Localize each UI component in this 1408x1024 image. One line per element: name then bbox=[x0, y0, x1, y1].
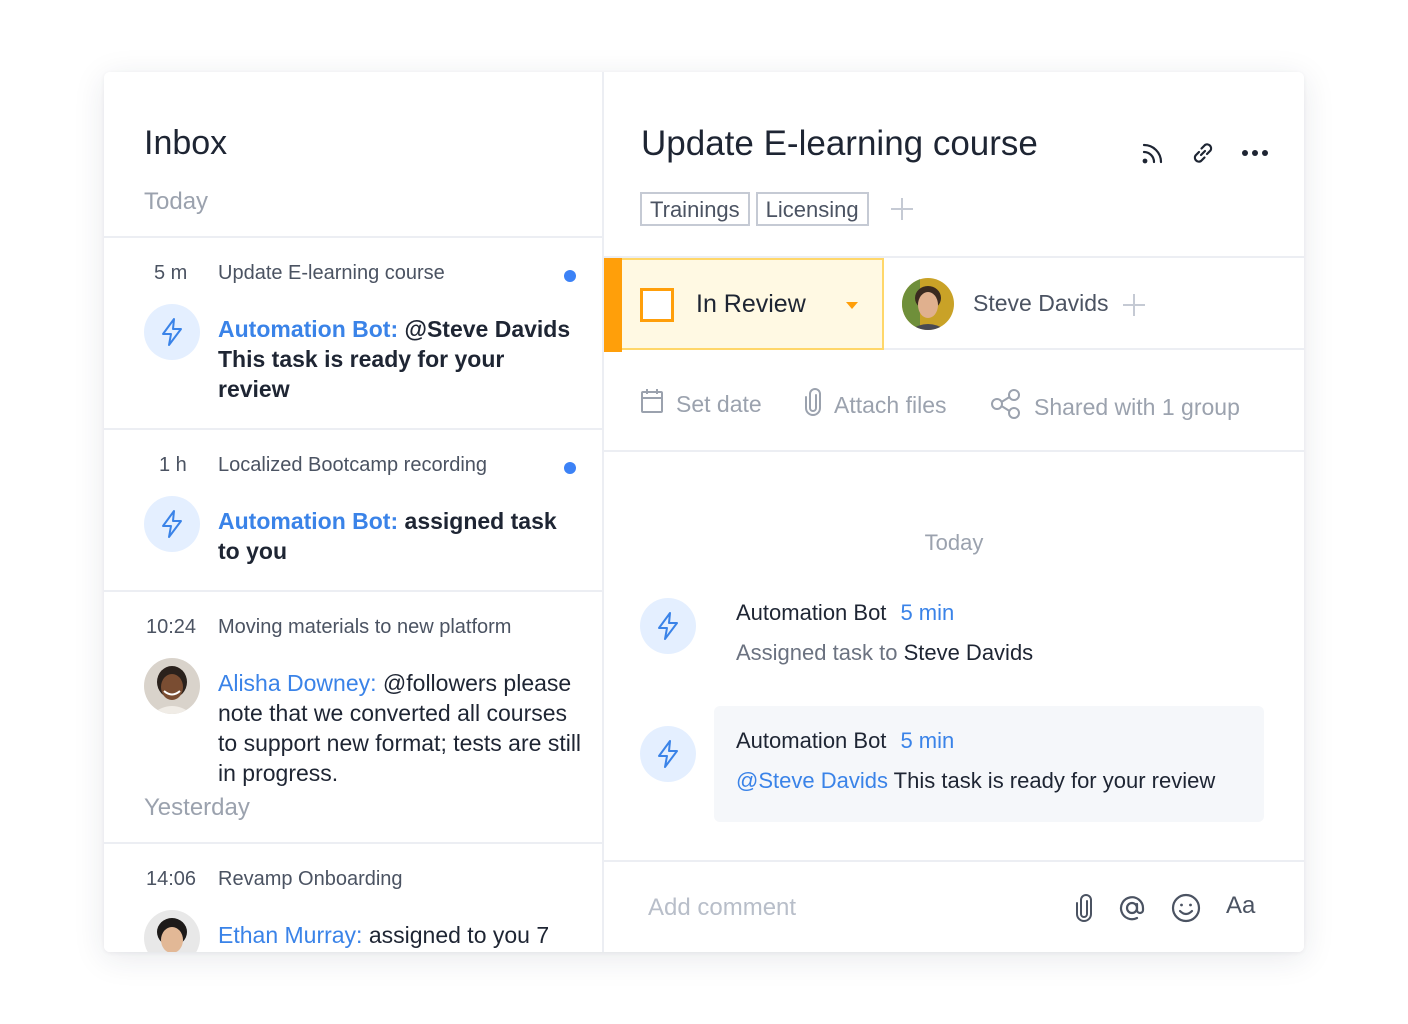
item-task-name: Update E-learning course bbox=[218, 262, 445, 284]
task-meta-row: Set date Attach files Shared with 1 grou… bbox=[604, 350, 1304, 452]
calendar-icon bbox=[640, 388, 664, 420]
unread-dot bbox=[564, 270, 576, 282]
item-time: 14:06 bbox=[146, 868, 197, 890]
share-button[interactable]: Shared with 1 group bbox=[990, 388, 1240, 426]
item-message: Automation Bot: assigned task to you bbox=[218, 506, 578, 566]
inbox-item[interactable]: 5 m Update E-learning course Automation … bbox=[104, 238, 602, 428]
item-text: assigned to you 7 bbox=[368, 922, 550, 948]
comment-time: 5 min bbox=[900, 728, 955, 753]
item-time: 10:24 bbox=[146, 616, 197, 638]
task-title[interactable]: Update E-learning course bbox=[641, 124, 1038, 164]
link-icon[interactable] bbox=[1186, 136, 1220, 170]
rss-feed-icon[interactable] bbox=[1136, 136, 1170, 170]
comment-author: Automation Bot bbox=[736, 728, 887, 753]
shared-label: Shared with 1 group bbox=[1034, 393, 1240, 420]
paperclip-icon[interactable] bbox=[1068, 892, 1100, 924]
set-date-button[interactable]: Set date bbox=[640, 388, 762, 420]
feed-comment: Automation Bot 5 min Assigned task to Ste… bbox=[736, 600, 1033, 666]
comment-time: 5 min bbox=[900, 600, 955, 625]
section-today: Today bbox=[144, 188, 209, 215]
comment-mention[interactable]: @Steve Davids bbox=[736, 768, 888, 793]
lightning-icon bbox=[640, 726, 696, 782]
comment-body: Assigned task to Steve Davids bbox=[736, 640, 1033, 666]
status-dropdown[interactable]: In Review bbox=[604, 258, 884, 352]
unread-dot bbox=[564, 462, 576, 474]
attach-files-label: Attach files bbox=[834, 391, 947, 418]
item-author: Alisha Downey: bbox=[218, 670, 377, 696]
item-message: Alisha Downey: @followers please note th… bbox=[218, 668, 588, 788]
avatar bbox=[144, 658, 200, 714]
tag[interactable]: Trainings bbox=[640, 192, 750, 226]
avatar bbox=[144, 910, 200, 952]
mention-icon[interactable] bbox=[1116, 892, 1148, 924]
item-author: Ethan Murray: bbox=[218, 922, 363, 948]
item-time: 1 h bbox=[159, 454, 187, 476]
complete-checkbox[interactable] bbox=[640, 288, 674, 322]
add-tag-icon[interactable] bbox=[889, 196, 915, 222]
comment-text: Assigned task to bbox=[736, 640, 898, 665]
item-author: Automation Bot: bbox=[218, 316, 399, 342]
task-detail-panel: Update E-learning course Trainings Licen… bbox=[604, 72, 1304, 952]
status-color-bar bbox=[604, 258, 622, 352]
comment-input[interactable]: Add comment bbox=[648, 894, 796, 922]
item-time: 5 m bbox=[154, 262, 188, 284]
task-card: Inbox Today 5 m Update E-learning course… bbox=[104, 72, 1304, 952]
assignee-name[interactable]: Steve Davids bbox=[973, 290, 1109, 317]
section-yesterday: Yesterday bbox=[144, 794, 250, 821]
add-assignee-icon[interactable] bbox=[1122, 293, 1146, 317]
comment-author: Automation Bot bbox=[736, 600, 887, 625]
feed-day-label: Today bbox=[924, 530, 984, 555]
item-task-name: Moving materials to new platform bbox=[218, 616, 512, 638]
status-label: In Review bbox=[696, 290, 806, 318]
item-task-name: Localized Bootcamp recording bbox=[218, 454, 488, 476]
comment-target[interactable]: Steve Davids bbox=[904, 640, 1034, 665]
lightning-icon bbox=[640, 598, 696, 654]
item-message: Ethan Murray: assigned to you 7 bbox=[218, 920, 578, 950]
inbox-panel: Inbox Today 5 m Update E-learning course… bbox=[104, 72, 602, 952]
inbox-item[interactable]: 1 h Localized Bootcamp recording Automat… bbox=[104, 430, 602, 590]
comment-body: @Steve Davids This task is ready for you… bbox=[736, 768, 1215, 794]
status-row: In Review Steve Davids bbox=[604, 256, 1304, 352]
share-icon bbox=[990, 388, 1022, 426]
inbox-item[interactable]: 10:24 Moving materials to new platform A… bbox=[104, 592, 602, 786]
lightning-icon bbox=[144, 304, 200, 360]
tag[interactable]: Licensing bbox=[755, 192, 869, 226]
item-task-name: Revamp Onboarding bbox=[218, 868, 403, 890]
inbox-title: Inbox bbox=[144, 124, 228, 162]
inbox-item[interactable]: 14:06 Revamp Onboarding Ethan Murray: as… bbox=[104, 844, 602, 952]
lightning-icon bbox=[144, 496, 200, 552]
item-message: Automation Bot: @Steve Davids This task … bbox=[218, 314, 578, 404]
more-options-icon[interactable] bbox=[1238, 136, 1272, 170]
assignee-avatar[interactable] bbox=[902, 278, 954, 330]
comment-text: This task is ready for your review bbox=[893, 768, 1216, 793]
caret-down-icon bbox=[846, 302, 858, 309]
feed-comment: Automation Bot 5 min @Steve Davids This t… bbox=[736, 728, 1215, 794]
attach-files-button[interactable]: Attach files bbox=[804, 388, 947, 422]
item-author: Automation Bot: bbox=[218, 508, 399, 534]
text-format-button[interactable]: Aa bbox=[1226, 892, 1255, 920]
paperclip-icon bbox=[804, 388, 822, 422]
set-date-label: Set date bbox=[676, 390, 762, 417]
comment-composer: Add comment Aa bbox=[604, 860, 1304, 952]
emoji-icon[interactable] bbox=[1170, 892, 1202, 924]
tag-list: Trainings Licensing bbox=[640, 192, 915, 226]
